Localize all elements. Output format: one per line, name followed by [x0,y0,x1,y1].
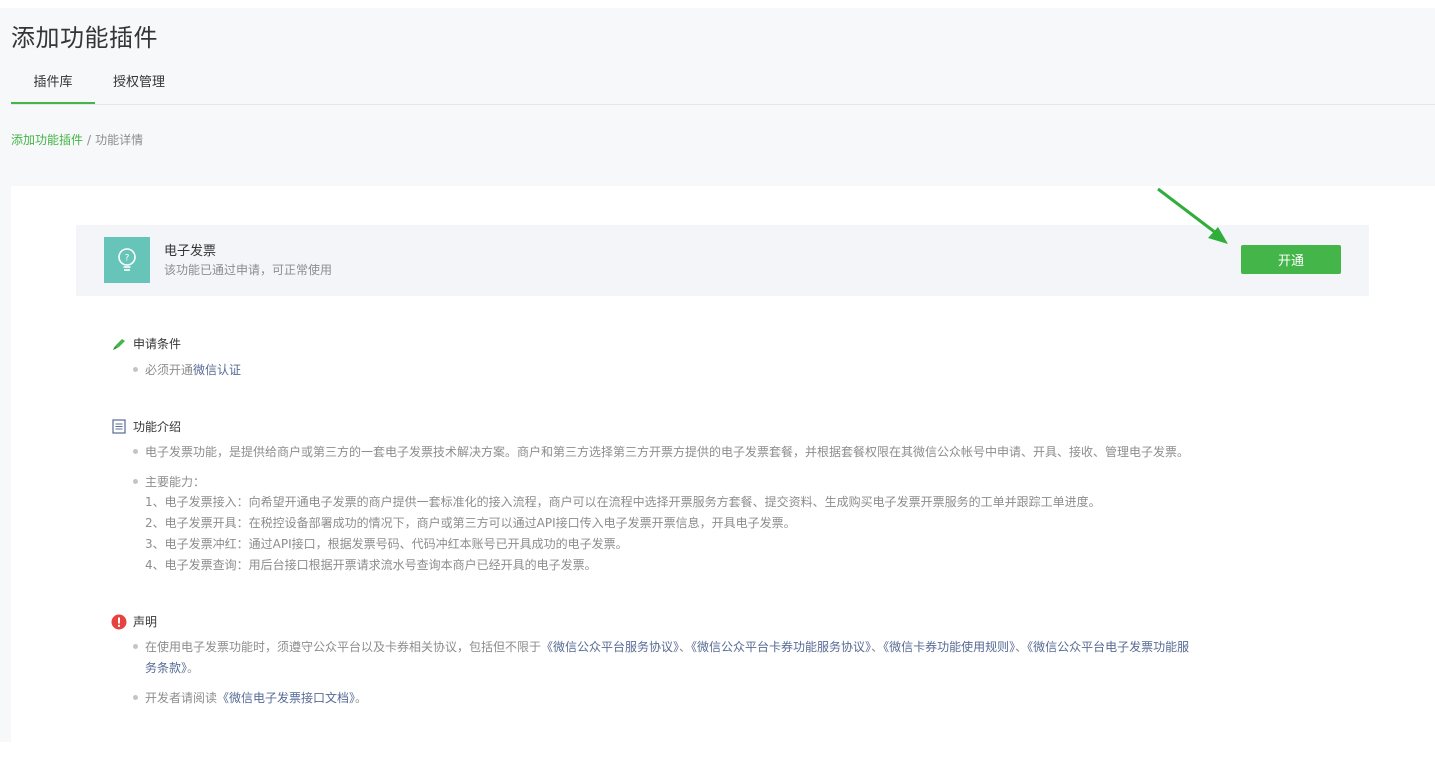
plugin-name: 电子发票 [164,244,217,259]
bullet-dot [133,449,138,454]
tab-authorization-management[interactable]: 授权管理 [95,70,183,105]
separator: 、 [1015,640,1028,654]
page-title: 添加功能插件 [11,24,158,52]
tab-plugin-library[interactable]: 插件库 [11,70,95,105]
wechat-certification-link[interactable]: 微信认证 [193,363,241,377]
separator: 、 [871,640,884,654]
statement-line1-end: 。 [187,661,200,675]
breadcrumb-parent-link[interactable]: 添加功能插件 [11,133,83,147]
breadcrumb-current: 功能详情 [95,133,144,147]
breadcrumb: 添加功能插件 / 功能详情 [11,131,143,148]
plugin-status: 该功能已通过申请，可正常使用 [164,263,333,277]
capabilities-title: 主要能力： [145,475,206,489]
e-invoice-service-terms-link[interactable]: 《微信公众平台电子发票功能服 [1027,640,1189,654]
conditions-text: 必须开通 [145,363,194,377]
conditions-section-title: 申请条件 [111,335,181,352]
lightbulb-icon: ? [104,237,150,283]
breadcrumb-separator: / [87,133,92,147]
bullet-dot [133,644,138,649]
conditions-item: 必须开通微信认证 [133,361,241,378]
document-icon [111,419,127,435]
open-button[interactable]: 开通 [1241,245,1341,274]
capability-line: 1、电子发票接入：向希望开通电子发票的商户提供一套标准化的接入流程，商户可以在流… [145,495,1101,509]
capability-line: 3、电子发票冲红：通过API接口，根据发票号码、代码冲红本账号已开具成功的电子发… [145,537,628,551]
e-invoice-api-doc-link[interactable]: 《微信电子发票接口文档》 [217,691,355,705]
intro-description-item: 电子发票功能，是提供给商户或第三方的一套电子发票技术解决方案。商户和第三方选择第… [133,443,1189,460]
svg-text:?: ? [125,254,130,264]
wechat-platform-service-agreement-link[interactable]: 《微信公众平台服务协议》 [541,640,679,654]
bullet-dot [133,479,138,484]
wechat-card-service-agreement-link[interactable]: 《微信公众平台卡券功能服务协议》 [691,640,871,654]
capabilities-item: 主要能力： [133,473,205,490]
statement-item-2: 开发者请阅读《微信电子发票接口文档》。 [133,689,367,706]
statement-title: 声明 [133,615,158,629]
capability-line: 2、电子发票开具：在税控设备部署成功的情况下，商户或第三方可以通过API接口传入… [145,516,796,530]
pen-icon [111,336,127,352]
statement-item-1: 在使用电子发票功能时，须遵守公众平台以及卡券相关协议，包括但不限于《微信公众平台… [133,638,1189,655]
bullet-dot [133,695,138,700]
conditions-title: 申请条件 [133,337,182,351]
intro-description: 电子发票功能，是提供给商户或第三方的一套电子发票技术解决方案。商户和第三方选择第… [145,445,1190,459]
separator: 、 [679,640,692,654]
tab-divider [11,104,1435,105]
capability-line: 4、电子发票查询：用后台接口根据开票请求流水号查询本商户已经开具的电子发票。 [145,558,597,572]
statement-line2-prefix: 开发者请阅读 [145,691,218,705]
statement-item-1-continued: 务条款》。 [145,659,199,676]
green-arrow-annotation [1157,187,1228,244]
statement-line2-end: 。 [355,691,368,705]
tab-bar: 插件库 授权管理 [11,70,183,105]
intro-title: 功能介绍 [133,420,182,434]
statement-line1-prefix: 在使用电子发票功能时，须遵守公众平台以及卡券相关协议，包括但不限于 [145,640,542,654]
e-invoice-service-terms-link-continued[interactable]: 务条款》 [145,661,187,675]
wechat-card-usage-rules-link[interactable]: 《微信卡券功能使用规则》 [883,640,1015,654]
statement-section-title: 声明 [111,613,157,630]
warning-icon [111,614,127,630]
bullet-dot [133,367,138,372]
intro-section-title: 功能介绍 [111,418,181,435]
